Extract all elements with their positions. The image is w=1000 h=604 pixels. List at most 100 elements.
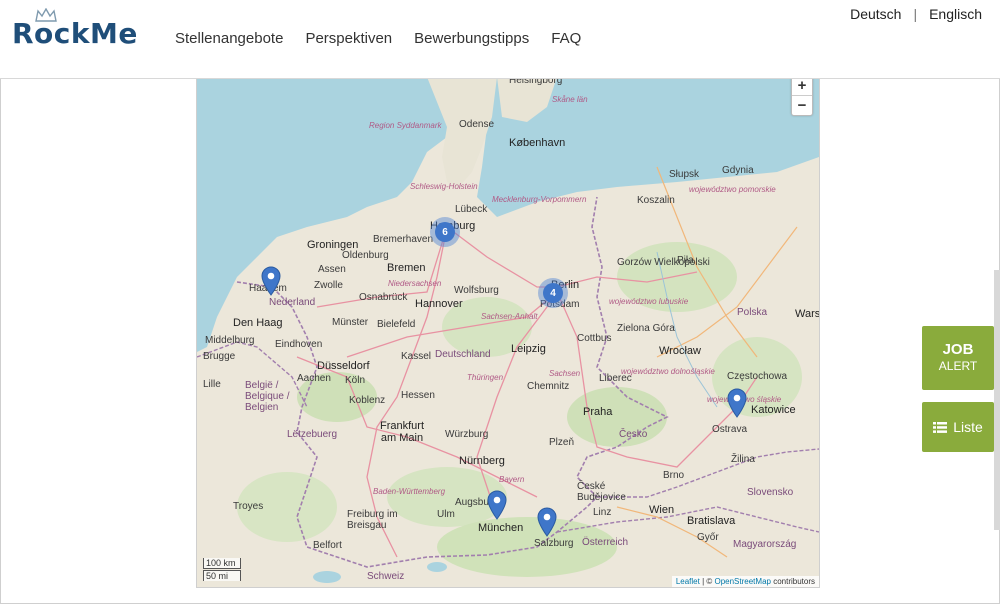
- liste-label: Liste: [953, 419, 983, 435]
- map-country-cesko: Česko: [619, 429, 648, 440]
- map-label-plzen: Plzeň: [549, 437, 575, 448]
- map-scale: 100 km 50 mi: [203, 558, 241, 582]
- main-nav: Stellenangebote Perspektiven Bewerbungst…: [175, 30, 581, 47]
- attribution-osm-link[interactable]: OpenStreetMap: [714, 577, 770, 586]
- map-label-ulm: Ulm: [437, 509, 455, 520]
- map-country-nederland: Nederland: [269, 297, 316, 308]
- map-country-belgie: België / Belgique / Belgien: [245, 380, 290, 413]
- map-label-salzburg: Salzburg: [534, 538, 574, 549]
- map-label-linz: Linz: [593, 507, 612, 518]
- map-label-czestochowa: Częstochowa: [727, 371, 788, 382]
- map-region-baden: Baden-Württemberg: [373, 487, 446, 496]
- job-alert-line1: JOB: [942, 341, 974, 358]
- nav-stellenangebote[interactable]: Stellenangebote: [175, 30, 283, 47]
- page-scrollbar[interactable]: [994, 270, 1000, 530]
- map-label-assen: Assen: [318, 264, 346, 275]
- scale-km: 100 km: [203, 558, 241, 569]
- map-label-lubeck: Lübeck: [455, 204, 488, 215]
- language-switcher: Deutsch | Englisch: [850, 6, 982, 22]
- map-label-zielona: Zielona Góra: [617, 323, 675, 334]
- nav-perspektiven[interactable]: Perspektiven: [305, 30, 392, 47]
- map-cluster-hamburg[interactable]: 6: [430, 217, 460, 247]
- job-alert-line2: ALERT: [938, 359, 978, 373]
- logo[interactable]: RockMe: [12, 8, 138, 54]
- map-region-skane: Skåne län: [552, 95, 588, 104]
- map-label-koebenhavn: København: [509, 137, 566, 149]
- map-label-bremerhaven: Bremerhaven: [373, 234, 434, 245]
- map-label-nurnberg: Nürnberg: [459, 455, 505, 467]
- map-base-layer[interactable]: [197, 77, 819, 587]
- map-region-pomorskie: województwo pomorskie: [689, 185, 776, 194]
- logo-text: RockMe: [12, 17, 138, 50]
- map-label-leipzig: Leipzig: [511, 343, 546, 355]
- map-label-zwolle: Zwolle: [314, 280, 343, 291]
- map-label-belfort: Belfort: [313, 540, 342, 551]
- map-label-middelburg: Middelburg: [205, 335, 255, 346]
- map-label-wien: Wien: [649, 504, 675, 516]
- attribution-rest: contributors: [770, 577, 815, 586]
- map-label-slupsk: Słupsk: [669, 169, 700, 180]
- job-alert-button[interactable]: JOB ALERT: [922, 326, 994, 390]
- map-label-hessen: Hessen: [401, 390, 435, 401]
- map-label-wroclaw: Wrocław: [659, 345, 701, 357]
- map-label-pila: Piła: [677, 255, 694, 266]
- map-marker-haarlem[interactable]: [261, 266, 281, 296]
- map-label-zilina: Žilina: [731, 454, 755, 465]
- map-country-deutschland: Deutschland: [435, 349, 491, 360]
- liste-button[interactable]: Liste: [922, 402, 994, 452]
- map-region-niedersachsen: Niedersachsen: [388, 279, 442, 288]
- map-marker-salzburg[interactable]: [537, 507, 557, 537]
- map-country-schweiz: Schweiz: [367, 571, 405, 582]
- attribution-sep: | ©: [699, 577, 715, 586]
- map-label-munster: Münster: [332, 317, 369, 328]
- map-country-polska: Polska: [737, 307, 768, 318]
- map-marker-katowice[interactable]: [727, 388, 747, 418]
- nav-faq[interactable]: FAQ: [551, 30, 581, 47]
- map-region-thuringen: Thüringen: [467, 373, 504, 382]
- site-header: RockMe Stellenangebote Perspektiven Bewe…: [0, 0, 1000, 79]
- map-label-praha: Praha: [583, 406, 613, 418]
- map-label-munchen: München: [478, 522, 524, 534]
- lang-deutsch[interactable]: Deutsch: [850, 6, 901, 22]
- attribution-leaflet-link[interactable]: Leaflet: [676, 577, 700, 586]
- map-region-sachsen: Sachsen: [549, 369, 581, 378]
- nav-bewerbungstipps[interactable]: Bewerbungstipps: [414, 30, 529, 47]
- map-region-dolnoslaskie: województwo dolnośląskie: [621, 367, 715, 376]
- map-label-bremen: Bremen: [387, 262, 426, 274]
- zoom-out-button[interactable]: −: [792, 95, 812, 115]
- map-country-slovensko: Slovensko: [747, 487, 794, 498]
- map-label-bratislava: Bratislava: [687, 515, 736, 527]
- map-region-bayern: Bayern: [499, 475, 525, 484]
- map-marker-munchen[interactable]: [487, 490, 507, 520]
- lang-englisch[interactable]: Englisch: [929, 6, 982, 22]
- map-label-oldenburg: Oldenburg: [342, 250, 389, 261]
- map-zoom-control: + −: [791, 77, 813, 116]
- map-label-koln: Köln: [345, 375, 366, 386]
- map-country-osterreich: Österreich: [582, 537, 629, 548]
- map-label-cottbus: Cottbus: [577, 333, 612, 344]
- map-label-katowice: Katowice: [751, 404, 796, 416]
- map-label-koblenz: Koblenz: [349, 395, 386, 406]
- map-region-sachsen-anhalt: Sachsen-Anhalt: [481, 312, 538, 321]
- map-container[interactable]: Helsingborg København Odense Region Sydd…: [196, 76, 820, 588]
- map-region-syddanmark: Region Syddanmark: [369, 121, 442, 130]
- cluster-count: 6: [435, 222, 455, 242]
- map-region-schleswig: Schleswig-Holstein: [410, 182, 478, 191]
- map-label-chemnitz: Chemnitz: [527, 381, 570, 392]
- list-icon: [933, 421, 948, 433]
- map-country-magyarorszag: Magyarország: [733, 539, 797, 550]
- map-label-osnabruck: Osnabrück: [359, 292, 408, 303]
- scale-mi: 50 mi: [203, 570, 241, 581]
- lang-separator: |: [913, 6, 918, 22]
- map-label-eindhoven: Eindhoven: [275, 339, 323, 350]
- map-country-letzebuerg: Lëtzebuerg: [287, 429, 338, 440]
- map-label-lille: Lille: [203, 379, 221, 390]
- map-cluster-berlin[interactable]: 4: [538, 278, 568, 308]
- map-label-freiburg: Freiburg im Breisgau: [347, 509, 398, 531]
- map-attribution: Leaflet | © OpenStreetMap contributors: [671, 576, 819, 587]
- map-label-budejovice: České Budějovice: [577, 481, 626, 503]
- map-region-lubuskie: województwo lubuskie: [609, 297, 689, 306]
- map-region-mecklenburg: Mecklenburg-Vorpommern: [492, 195, 587, 204]
- map-label-troyes: Troyes: [233, 501, 264, 512]
- map-label-koszalin: Koszalin: [637, 195, 675, 206]
